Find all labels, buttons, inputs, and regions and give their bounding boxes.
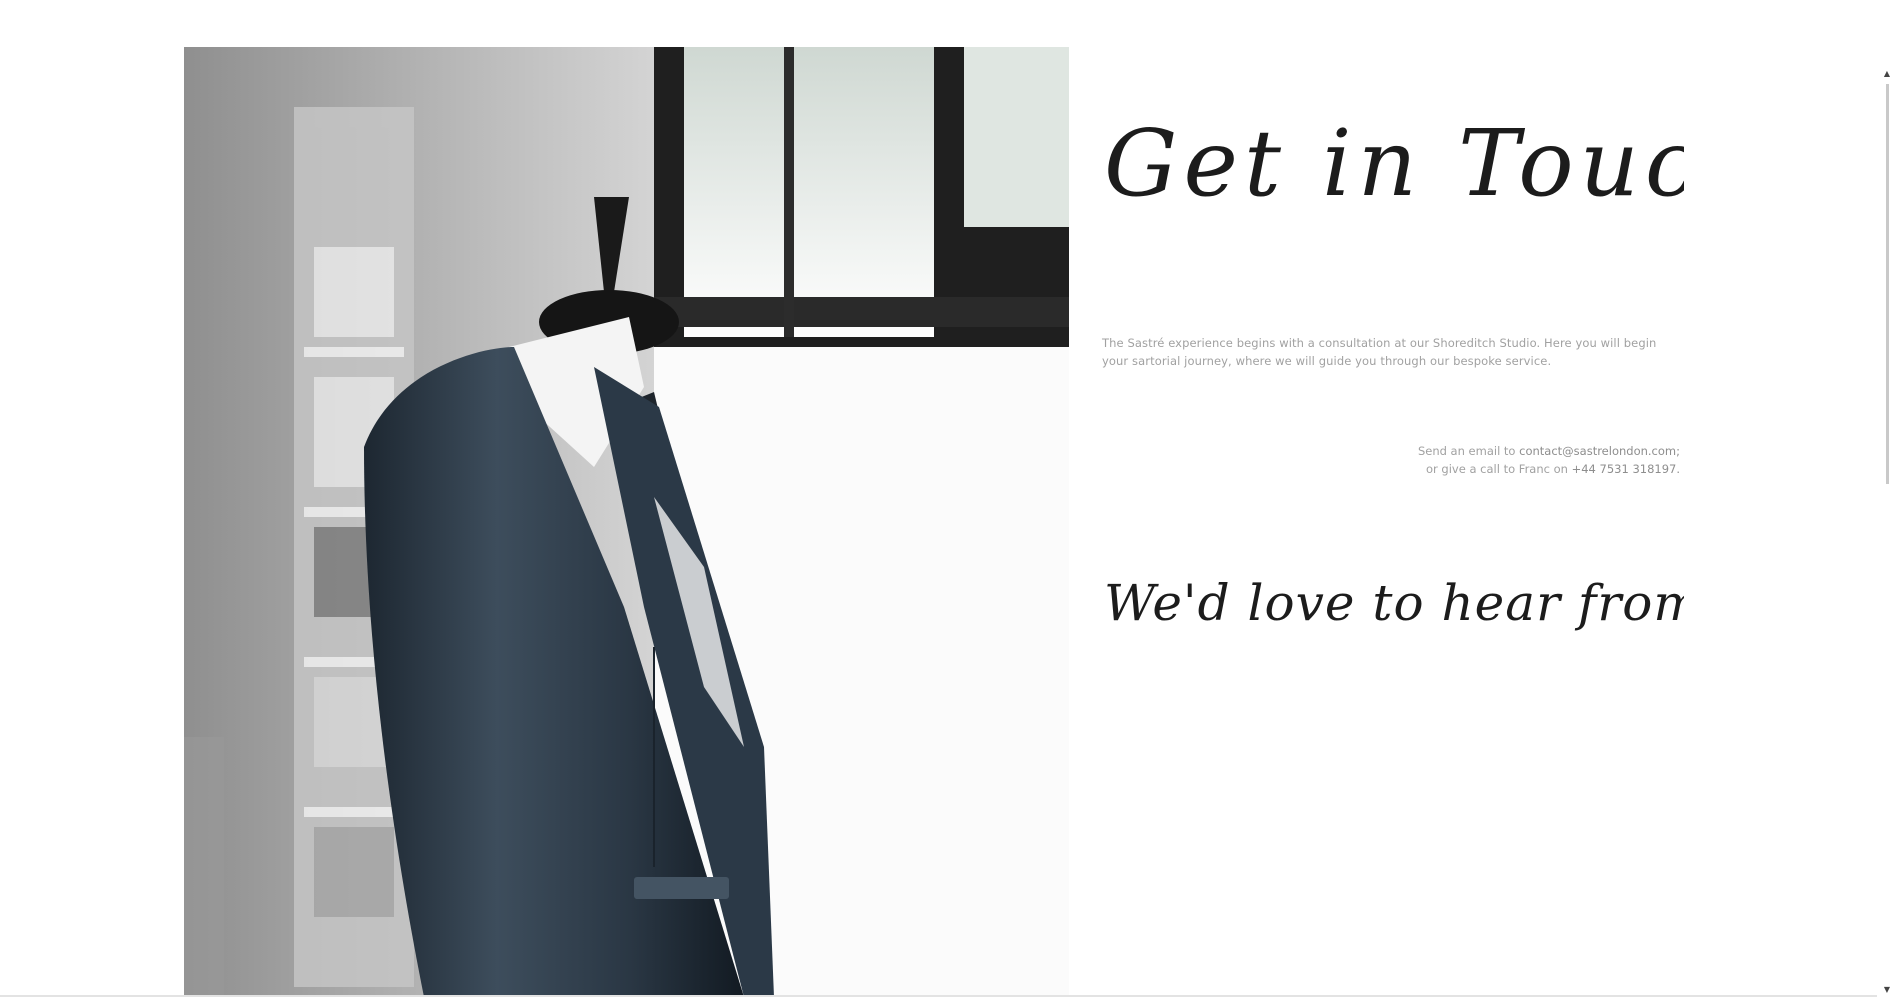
triangle-down-icon[interactable]: ▼ <box>1884 986 1890 994</box>
email-link[interactable]: contact@sastrelondon.com; <box>1519 444 1680 458</box>
phone-line: or give a call to Franc on +44 7531 3181… <box>1400 460 1680 478</box>
intro-paragraph: The Sastré experience begins with a cons… <box>1102 336 1657 368</box>
hero-photo <box>184 47 1069 997</box>
triangle-up-icon[interactable]: ▲ <box>1884 70 1890 78</box>
scrollbar-thumb[interactable] <box>1886 84 1889 484</box>
tagline-text: We'd love to hear from you! <box>1104 574 1684 632</box>
phone-link[interactable]: +44 7531 318197. <box>1572 462 1680 476</box>
page-title: Get in Touch <box>1104 95 1762 245</box>
page-scrollbar[interactable]: ▲ ▼ <box>1877 0 1892 997</box>
tagline: We'd love to hear from you! <box>1104 560 1832 660</box>
email-line: Send an email to contact@sastrelondon.co… <box>1400 442 1680 460</box>
handwritten-title: Get in Touch <box>1104 110 1762 217</box>
phone-prefix: or give a call to Franc on <box>1426 462 1572 476</box>
suit-mannequin-image <box>184 47 1069 997</box>
handwritten-tagline: We'd love to hear from you! <box>1104 574 1832 632</box>
email-prefix: Send an email to <box>1417 444 1520 458</box>
contact-info: Send an email to contact@sastrelondon.co… <box>1400 442 1680 478</box>
title-text: Get in Touch <box>1104 110 1684 217</box>
